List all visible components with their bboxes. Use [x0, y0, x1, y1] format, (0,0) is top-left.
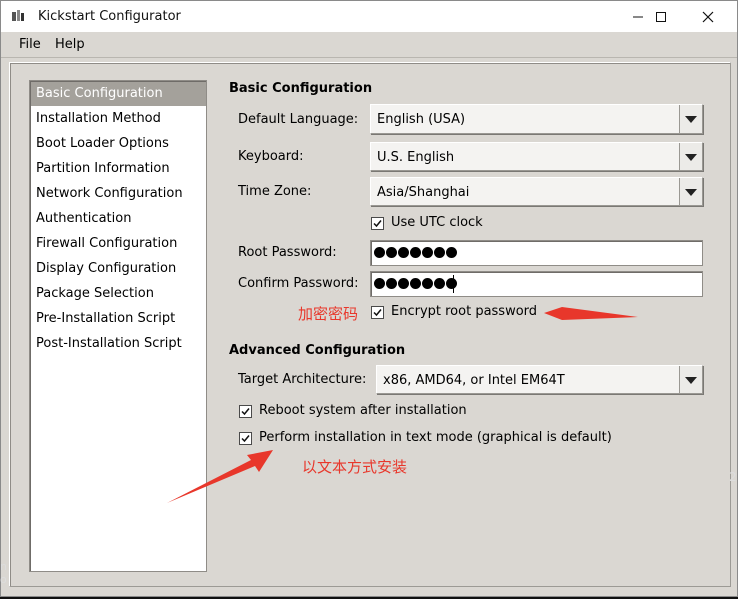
background-text-fragment: 2 [729, 470, 737, 484]
arrow-icon [544, 307, 638, 320]
background-text-fragments: n o [0, 560, 7, 586]
background-char: n [0, 560, 7, 573]
kickstart-window: Kickstart Configurator File Help Basic C… [0, 0, 738, 597]
background-char: o [0, 573, 7, 586]
arrow-icon [167, 450, 273, 503]
annotation-arrows [167, 307, 638, 503]
